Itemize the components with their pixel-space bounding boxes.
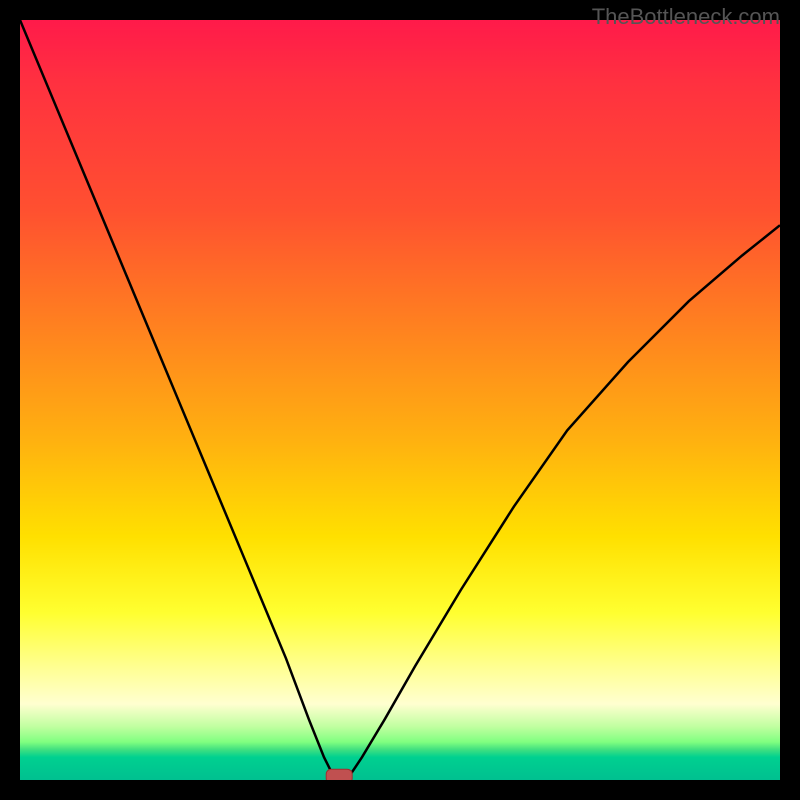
- bottleneck-curve: [20, 20, 780, 780]
- watermark-text: TheBottleneck.com: [592, 4, 780, 30]
- chart-plot-area: [20, 20, 780, 780]
- optimal-point-marker: [326, 769, 352, 780]
- chart-svg: [20, 20, 780, 780]
